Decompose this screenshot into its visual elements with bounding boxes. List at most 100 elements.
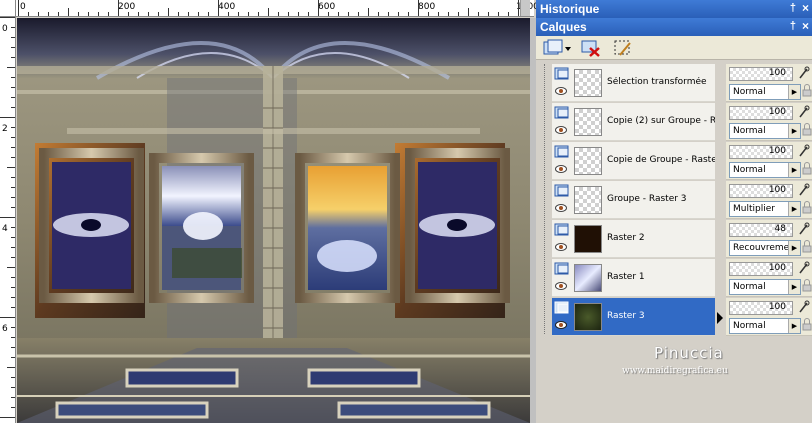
ruler-scroll-marker[interactable] bbox=[520, 0, 530, 16]
eye-icon[interactable] bbox=[555, 281, 567, 291]
dropdown-arrow-icon[interactable]: ▶ bbox=[788, 163, 800, 177]
image-canvas[interactable] bbox=[17, 18, 530, 423]
ruler-tick bbox=[208, 12, 209, 16]
blend-mode-select[interactable]: Normal ▶ bbox=[729, 162, 801, 178]
ruler-tick bbox=[18, 0, 19, 16]
close-icon[interactable]: × bbox=[802, 19, 809, 33]
close-icon[interactable]: × bbox=[802, 1, 809, 15]
watermark-signature: Pinuccia bbox=[654, 344, 724, 362]
layer-row[interactable]: Copie de Groupe - Raster bbox=[552, 142, 715, 180]
blend-mode-select[interactable]: Multiplier ▶ bbox=[729, 201, 801, 217]
ruler-tick bbox=[118, 0, 119, 16]
ruler-tick bbox=[7, 267, 15, 268]
lock-icon[interactable] bbox=[802, 123, 812, 137]
ruler-tick bbox=[0, 417, 15, 418]
horizontal-ruler: 0 200 400 600 800 1000 bbox=[0, 0, 539, 17]
layer-row[interactable]: Sélection transformée bbox=[552, 64, 715, 102]
layer-row[interactable]: Raster 1 bbox=[552, 259, 715, 297]
blend-mode-select[interactable]: Recouvrement ▶ bbox=[729, 240, 801, 256]
dropdown-arrow-icon[interactable]: ▶ bbox=[788, 319, 800, 333]
opacity-field[interactable]: 100 bbox=[729, 67, 793, 81]
new-layer-button[interactable] bbox=[542, 38, 572, 58]
dropdown-arrow-icon[interactable]: ▶ bbox=[788, 85, 800, 99]
blend-mode-value: Normal bbox=[733, 87, 766, 97]
delete-layer-icon bbox=[581, 40, 600, 57]
layer-row[interactable]: Raster 2 bbox=[552, 220, 715, 258]
opacity-field[interactable]: 48 bbox=[729, 223, 793, 237]
lock-icon[interactable] bbox=[802, 84, 812, 98]
opacity-field[interactable]: 100 bbox=[729, 184, 793, 198]
link-icon[interactable] bbox=[798, 144, 810, 158]
link-icon[interactable] bbox=[798, 261, 810, 275]
layer-type-icon bbox=[554, 106, 569, 119]
blend-mode-select[interactable]: Normal ▶ bbox=[729, 123, 801, 139]
pin-icon[interactable]: † bbox=[790, 2, 796, 14]
layer-row[interactable]: Copie (2) sur Groupe - Raster bbox=[552, 103, 715, 141]
ruler-tick bbox=[11, 407, 15, 408]
layer-thumbnail bbox=[574, 264, 602, 292]
ruler-tick bbox=[88, 12, 89, 16]
ruler-tick bbox=[11, 77, 15, 78]
ruler-tick bbox=[11, 387, 15, 388]
layer-row[interactable]: Groupe - Raster 3 bbox=[552, 181, 715, 219]
layer-type-icon bbox=[554, 67, 569, 80]
opacity-field[interactable]: 100 bbox=[729, 106, 793, 120]
opacity-field[interactable]: 100 bbox=[729, 145, 793, 159]
eye-icon[interactable] bbox=[555, 242, 567, 252]
ruler-tick bbox=[11, 87, 15, 88]
delete-layer-button[interactable] bbox=[580, 38, 602, 58]
app-window: 0 200 400 600 800 1000 0 2 4 6 bbox=[0, 0, 812, 423]
pin-icon[interactable]: † bbox=[790, 20, 796, 32]
opacity-field[interactable]: 100 bbox=[729, 262, 793, 276]
panel-splitter-arrow-icon[interactable] bbox=[716, 304, 724, 334]
link-icon[interactable] bbox=[798, 183, 810, 197]
ruler-tick bbox=[108, 12, 109, 16]
ruler-tick bbox=[11, 137, 15, 138]
lock-icon[interactable] bbox=[802, 279, 812, 293]
ruler-tick bbox=[468, 8, 469, 16]
ruler-tick bbox=[338, 12, 339, 16]
layers-panel-header[interactable]: Calques † × bbox=[536, 18, 812, 36]
link-icon[interactable] bbox=[798, 300, 810, 314]
eye-icon[interactable] bbox=[555, 125, 567, 135]
layer-type-icon bbox=[554, 223, 569, 236]
blend-mode-select[interactable]: Normal ▶ bbox=[729, 279, 801, 295]
link-icon[interactable] bbox=[798, 105, 810, 119]
layer-row-selected[interactable]: Raster 3 bbox=[552, 298, 715, 336]
lock-icon[interactable] bbox=[802, 162, 812, 176]
eye-icon[interactable] bbox=[555, 164, 567, 174]
dropdown-arrow-icon[interactable]: ▶ bbox=[788, 280, 800, 294]
ruler-tick bbox=[438, 12, 439, 16]
ruler-label: 2 bbox=[2, 124, 8, 134]
ruler-label: 400 bbox=[218, 2, 236, 12]
opacity-field[interactable]: 100 bbox=[729, 301, 793, 315]
ruler-tick bbox=[388, 12, 389, 16]
layer-name: Copie (2) sur Groupe - Raster bbox=[607, 116, 715, 126]
ruler-tick bbox=[478, 12, 479, 16]
ruler-tick bbox=[11, 257, 15, 258]
ruler-tick bbox=[38, 12, 39, 16]
link-icon[interactable] bbox=[798, 66, 810, 80]
dropdown-arrow-icon[interactable]: ▶ bbox=[788, 202, 800, 216]
layer-properties: 100 Normal ▶ bbox=[726, 103, 812, 141]
dropdown-arrow-icon[interactable]: ▶ bbox=[788, 241, 800, 255]
ruler-tick bbox=[488, 12, 489, 16]
lock-icon[interactable] bbox=[802, 201, 812, 215]
ruler-label: 600 bbox=[318, 2, 336, 12]
ruler-tick bbox=[11, 307, 15, 308]
lock-icon[interactable] bbox=[802, 318, 812, 332]
eye-icon[interactable] bbox=[555, 86, 567, 96]
blend-mode-select[interactable]: Normal ▶ bbox=[729, 318, 801, 334]
history-panel-header[interactable]: Historique † × bbox=[536, 0, 812, 18]
eye-icon[interactable] bbox=[555, 320, 567, 330]
layer-name: Raster 2 bbox=[607, 233, 645, 243]
blend-mode-select[interactable]: Normal ▶ bbox=[729, 84, 801, 100]
edit-selection-button[interactable] bbox=[612, 38, 634, 58]
ruler-tick bbox=[418, 0, 419, 16]
ruler-tick bbox=[428, 12, 429, 16]
link-icon[interactable] bbox=[798, 222, 810, 236]
ruler-label: 800 bbox=[418, 2, 436, 12]
dropdown-arrow-icon[interactable]: ▶ bbox=[788, 124, 800, 138]
lock-icon[interactable] bbox=[802, 240, 812, 254]
eye-icon[interactable] bbox=[555, 203, 567, 213]
